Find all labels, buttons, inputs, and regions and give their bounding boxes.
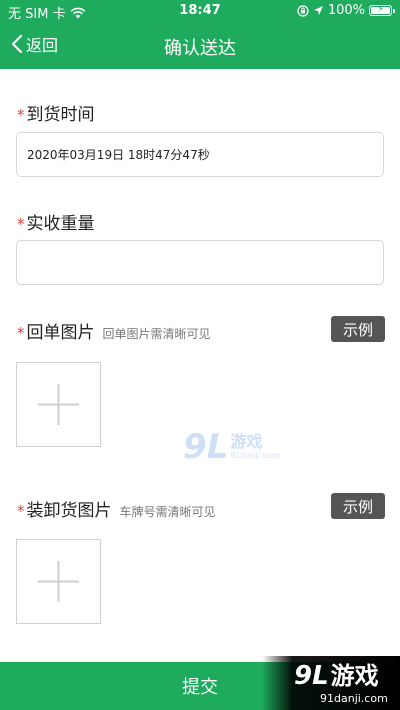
receipt-photo-label: * 回单图片 回单图片需清晰可见 bbox=[17, 318, 211, 343]
required-mark: * bbox=[17, 502, 25, 520]
received-weight-label-text: 实收重量 bbox=[26, 214, 95, 234]
watermark-cn: 游戏 bbox=[230, 432, 263, 451]
submit-label: 提交 bbox=[182, 677, 218, 698]
watermark-mark: 9L bbox=[183, 427, 229, 467]
received-weight-input[interactable] bbox=[16, 240, 384, 285]
receipt-photo-hint: 回单图片需清晰可见 bbox=[102, 327, 211, 341]
watermark-text: 游戏 91danji.com bbox=[230, 433, 279, 461]
loading-photo-hint: 车牌号需清晰可见 bbox=[119, 505, 216, 519]
receipt-photo-upload[interactable] bbox=[16, 362, 101, 447]
loading-photo-label: * 装卸货图片 车牌号需清晰可见 bbox=[17, 496, 216, 521]
arrival-time-label-text: 到货时间 bbox=[26, 105, 95, 125]
arrival-time-field[interactable]: 2020年03月19日 18时47分47秒 bbox=[16, 132, 384, 177]
plus-icon bbox=[38, 561, 79, 602]
nav-bar: 返回 确认送达 bbox=[0, 22, 400, 69]
required-mark: * bbox=[17, 324, 25, 342]
required-mark: * bbox=[17, 106, 25, 124]
receipt-photo-label-text: 回单图片 bbox=[26, 323, 95, 343]
page-title: 确认送达 bbox=[164, 38, 236, 59]
location-arrow-icon bbox=[313, 6, 323, 15]
watermark-logo: 9L 游戏 91danji.com bbox=[183, 430, 280, 464]
received-weight-label: * 实收重量 bbox=[17, 209, 95, 234]
rotation-lock-icon bbox=[297, 4, 309, 17]
arrival-time-value: 2020年03月19日 18时47分47秒 bbox=[27, 148, 210, 162]
charging-bolt-icon: ⚡ bbox=[377, 4, 385, 15]
corner-logo-mark: 9L bbox=[294, 661, 329, 691]
corner-logo-url: 91danji.com bbox=[320, 692, 388, 705]
loading-photo-label-text: 装卸货图片 bbox=[26, 501, 112, 521]
loading-example-button[interactable]: 示例 bbox=[331, 493, 385, 519]
watermark-url: 91danji.com bbox=[230, 451, 280, 460]
top-bar: 无 SIM 卡 18:47 100% ⚡ 返回 确认送达 bbox=[0, 0, 400, 69]
status-bar: 无 SIM 卡 18:47 100% ⚡ bbox=[0, 0, 400, 22]
corner-logo: 9L 游戏 91danji.com bbox=[262, 656, 400, 710]
battery-percent: 100% bbox=[327, 3, 365, 18]
receipt-example-button[interactable]: 示例 bbox=[331, 316, 385, 342]
loading-photo-upload[interactable] bbox=[16, 539, 101, 624]
required-mark: * bbox=[17, 215, 25, 233]
corner-logo-cn: 游戏 bbox=[330, 662, 379, 690]
status-right: 100% ⚡ bbox=[297, 3, 395, 18]
arrival-time-label: * 到货时间 bbox=[17, 100, 95, 125]
battery-icon: ⚡ bbox=[369, 4, 395, 16]
corner-logo-row: 9L 游戏 bbox=[294, 662, 379, 690]
plus-icon bbox=[38, 384, 79, 425]
